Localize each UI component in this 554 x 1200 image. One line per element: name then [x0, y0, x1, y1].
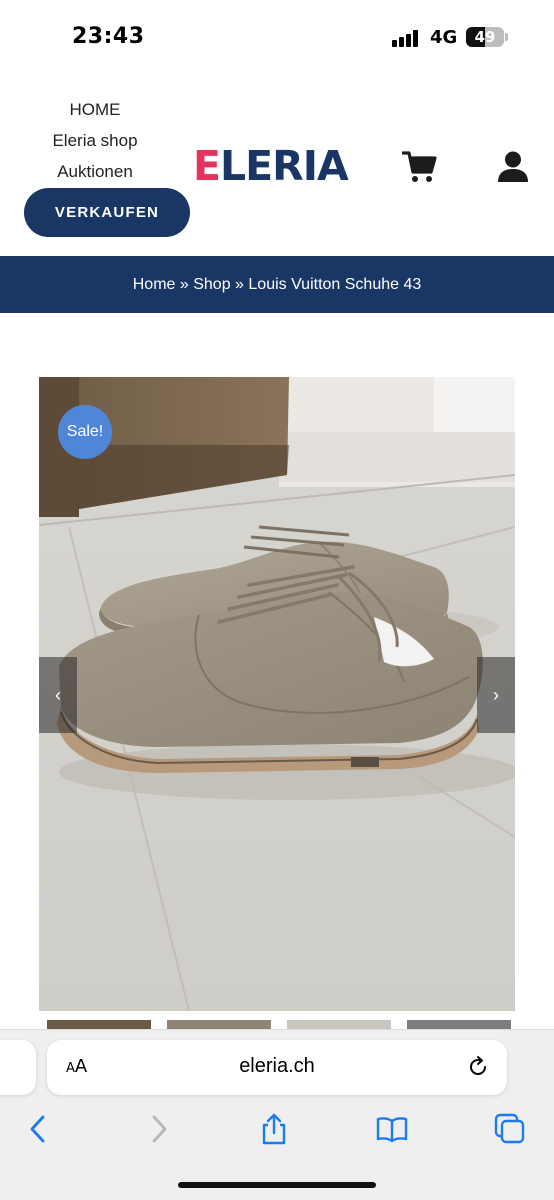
- url-text[interactable]: eleria.ch: [200, 1055, 354, 1078]
- battery-cap: [505, 33, 508, 41]
- sell-button[interactable]: VERKAUFEN: [24, 188, 190, 237]
- main-nav: HOME Eleria shop Auktionen: [40, 98, 150, 191]
- status-bar: 23:43 4G 49: [0, 0, 554, 72]
- user-icon[interactable]: [496, 150, 530, 184]
- gallery-prev-button[interactable]: ‹: [39, 657, 77, 733]
- product-image[interactable]: [39, 377, 515, 1011]
- bookmarks-icon[interactable]: [375, 1112, 409, 1146]
- share-icon[interactable]: [257, 1112, 291, 1146]
- status-time: 23:43: [72, 24, 145, 49]
- nav-eleria-shop[interactable]: Eleria shop: [40, 129, 150, 160]
- battery-icon: 49: [466, 27, 504, 47]
- site-logo[interactable]: E LERIA: [193, 142, 349, 190]
- battery-level: 49: [474, 28, 496, 46]
- previous-tab-preview[interactable]: [0, 1040, 36, 1095]
- back-icon[interactable]: [22, 1112, 56, 1146]
- sale-badge: Sale!: [58, 405, 112, 459]
- logo-letters: LERIA: [220, 142, 349, 190]
- breadcrumb-current: Louis Vuitton Schuhe 43: [248, 275, 422, 293]
- page-menu-button[interactable]: AA: [66, 1056, 87, 1077]
- reload-icon[interactable]: [466, 1055, 490, 1079]
- home-indicator: [178, 1182, 376, 1188]
- cellular-signal-icon: [392, 29, 422, 47]
- breadcrumb: Home » Shop » Louis Vuitton Schuhe 43: [0, 256, 554, 313]
- cart-icon[interactable]: [402, 150, 438, 184]
- breadcrumb-shop[interactable]: Shop: [193, 276, 230, 294]
- reader-label-small: A: [66, 1061, 75, 1076]
- network-type: 4G: [430, 27, 458, 48]
- page: 23:43 4G 49 HOME Eleria shop Auktionen V…: [0, 0, 554, 1200]
- forward-icon[interactable]: [141, 1112, 175, 1146]
- nav-home[interactable]: HOME: [40, 98, 150, 129]
- tabs-icon[interactable]: [493, 1112, 527, 1146]
- gallery-next-button[interactable]: ›: [477, 657, 515, 733]
- breadcrumb-separator: »: [230, 275, 249, 293]
- breadcrumb-separator: »: [175, 275, 194, 293]
- reader-label-large: A: [74, 1056, 88, 1077]
- logo-letter-e: E: [193, 142, 221, 190]
- breadcrumb-home[interactable]: Home: [133, 276, 176, 294]
- nav-auktionen[interactable]: Auktionen: [40, 160, 150, 191]
